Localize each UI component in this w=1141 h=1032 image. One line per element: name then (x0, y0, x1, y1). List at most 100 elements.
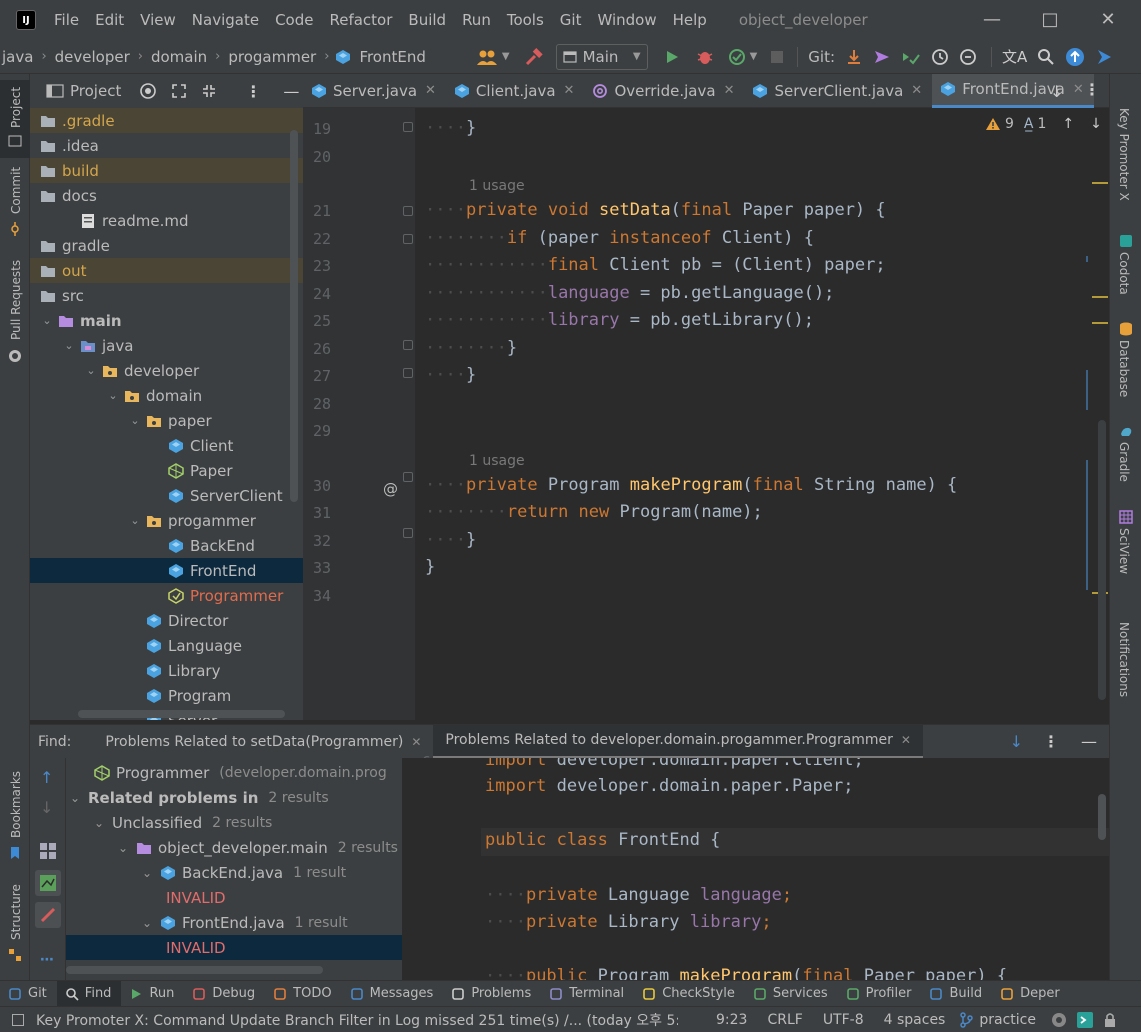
project-panel-title[interactable]: Project (70, 82, 121, 100)
project-tree-item[interactable]: ⌄ developer (30, 358, 303, 383)
override-marker-icon[interactable]: @ (383, 480, 398, 498)
hammer-icon[interactable] (524, 47, 544, 67)
user-group-icon[interactable] (476, 48, 498, 66)
tool-window-run[interactable]: Run (121, 981, 184, 1007)
chevron-down-icon[interactable]: ⌄ (142, 866, 160, 880)
tool-window-messages[interactable]: Messages (342, 981, 444, 1007)
find-tab[interactable]: Problems Related to developer.domain.pro… (433, 724, 923, 759)
preview-source-icon[interactable] (39, 874, 57, 892)
git-push-icon[interactable] (873, 48, 891, 66)
tool-window-problems[interactable]: Problems (443, 981, 541, 1007)
project-tree-item[interactable]: FrontEnd (30, 558, 303, 583)
project-tree-item[interactable]: Programmer (30, 583, 303, 608)
chevron-down-icon[interactable]: ⌄ (70, 791, 88, 805)
project-tree-item[interactable]: Client (30, 433, 303, 458)
project-tree-item[interactable]: ServerClient (30, 483, 303, 508)
expand-all-icon[interactable] (171, 83, 187, 99)
tool-window-terminal[interactable]: Terminal (541, 981, 634, 1007)
project-tree-item[interactable]: Director (30, 608, 303, 633)
commit-tool-label[interactable]: Commit (9, 167, 23, 214)
chevron-down-icon[interactable]: ▼ (502, 51, 510, 62)
notifications-tool-label[interactable]: Notifications (1117, 622, 1131, 697)
menu-run[interactable]: Run (454, 11, 499, 29)
chevron-down-icon[interactable]: ⌄ (84, 364, 98, 377)
tool-window-profiler[interactable]: Profiler (838, 981, 922, 1007)
usage-hint[interactable]: 1 usage (469, 178, 525, 194)
code-editor[interactable]: ····} 1 usage ····private void setData(fin… (415, 108, 1109, 720)
bookmarks-tool-label[interactable]: Bookmarks (9, 771, 23, 838)
project-tree-item[interactable]: src (30, 283, 303, 308)
project-tree-item[interactable]: Paper (30, 458, 303, 483)
editor-tab[interactable]: Server.java ✕ (303, 74, 446, 108)
editor-tab[interactable]: ServerClient.java ✕ (744, 74, 932, 108)
editor-tab[interactable]: Client.java ✕ (446, 74, 585, 108)
history-icon[interactable] (931, 48, 949, 66)
pin-icon[interactable] (39, 906, 57, 924)
error-stripe-mark[interactable] (1092, 322, 1108, 324)
line-separator[interactable]: CRLF (767, 1012, 802, 1028)
preview-scrollbar[interactable] (1098, 794, 1106, 840)
locate-icon[interactable] (139, 82, 157, 100)
editor-tab[interactable]: FrontEnd.java ✕ (932, 73, 1094, 108)
file-encoding[interactable]: UTF-8 (823, 1012, 864, 1028)
menu-navigate[interactable]: Navigate (184, 11, 267, 29)
breadcrumb-item[interactable]: domain (149, 48, 209, 66)
close-tab-icon[interactable]: ✕ (1073, 82, 1084, 97)
close-tab-icon[interactable]: ✕ (911, 83, 922, 98)
project-tree-item[interactable]: build (30, 158, 303, 183)
chevron-down-icon[interactable]: ⌄ (118, 841, 136, 855)
gradle-tool-label[interactable]: Gradle (1117, 442, 1131, 482)
editor-scrollbar[interactable] (1098, 420, 1106, 700)
find-result-item[interactable]: ⌄ Related problems in 2 results (66, 785, 402, 810)
close-tab-icon[interactable]: ✕ (411, 735, 421, 749)
project-tree-item[interactable]: ⌄ progammer (30, 508, 303, 533)
chevron-down-icon[interactable]: ⌄ (106, 389, 120, 402)
vcs-status-icon[interactable] (1050, 1011, 1068, 1029)
find-result-item[interactable]: ⌄ object_developer.main 2 results (66, 835, 402, 860)
status-message[interactable]: Key Promoter X: Command Update Branch Fi… (36, 1010, 678, 1030)
find-result-item[interactable]: ⌄ Unclassified 2 results (66, 810, 402, 835)
project-tree-item[interactable]: Language (30, 633, 303, 658)
pull-requests-tool-label[interactable]: Pull Requests (9, 260, 23, 340)
caret-position[interactable]: 9:23 (716, 1012, 747, 1028)
tool-window-services[interactable]: Services (745, 981, 838, 1007)
close-tab-icon[interactable]: ✕ (425, 83, 436, 98)
menu-tools[interactable]: Tools (499, 11, 552, 29)
debug-icon[interactable] (696, 48, 714, 66)
fold-icon[interactable] (403, 368, 413, 378)
close-tab-icon[interactable]: ✕ (901, 733, 911, 747)
menu-build[interactable]: Build (400, 11, 454, 29)
next-highlight-icon[interactable]: ↓ (1090, 116, 1102, 132)
find-result-item[interactable]: Programmer (developer.domain.prog (66, 760, 402, 785)
menu-edit[interactable]: Edit (87, 11, 132, 29)
search-icon[interactable] (1037, 48, 1055, 66)
menu-file[interactable]: File (46, 11, 87, 29)
chevron-down-icon[interactable]: ⌄ (128, 414, 142, 427)
run-configuration-select[interactable]: Main ▼ (555, 43, 648, 70)
structure-tool-label[interactable]: Structure (9, 884, 23, 940)
update-ide-icon[interactable] (1065, 47, 1085, 67)
previous-occurrence-icon[interactable]: ↑ (40, 768, 53, 787)
sciview-tool-label[interactable]: SciView (1117, 528, 1131, 574)
tool-window-git[interactable]: Git (0, 981, 57, 1007)
more-options-icon[interactable]: ⋮ (1084, 80, 1100, 99)
translate-icon[interactable]: 文A (1002, 46, 1027, 67)
menu-window[interactable]: Window (589, 11, 664, 29)
fold-icon[interactable] (403, 340, 413, 350)
project-tree-item[interactable]: .idea (30, 133, 303, 158)
project-tree-item[interactable]: ⌄ paper (30, 408, 303, 433)
tool-window-build[interactable]: Build (921, 981, 992, 1007)
project-tree-item[interactable]: out (30, 258, 303, 283)
chevron-down-icon[interactable]: ⌄ (94, 816, 112, 830)
git-branch[interactable]: practice (979, 1012, 1036, 1028)
tool-window-checkstyle[interactable]: CheckStyle (634, 981, 745, 1007)
project-tree-item[interactable]: docs (30, 183, 303, 208)
project-tree-scrollbar[interactable] (290, 130, 298, 502)
close-tab-icon[interactable]: ✕ (564, 83, 575, 98)
project-tree-item[interactable]: readme.md (30, 208, 303, 233)
chevron-down-icon[interactable]: ⌄ (62, 339, 76, 352)
rollback-icon[interactable] (959, 48, 977, 66)
fold-icon[interactable] (403, 122, 413, 132)
editor-tab[interactable]: Override.java ✕ (584, 74, 744, 108)
fold-icon[interactable] (403, 472, 413, 482)
